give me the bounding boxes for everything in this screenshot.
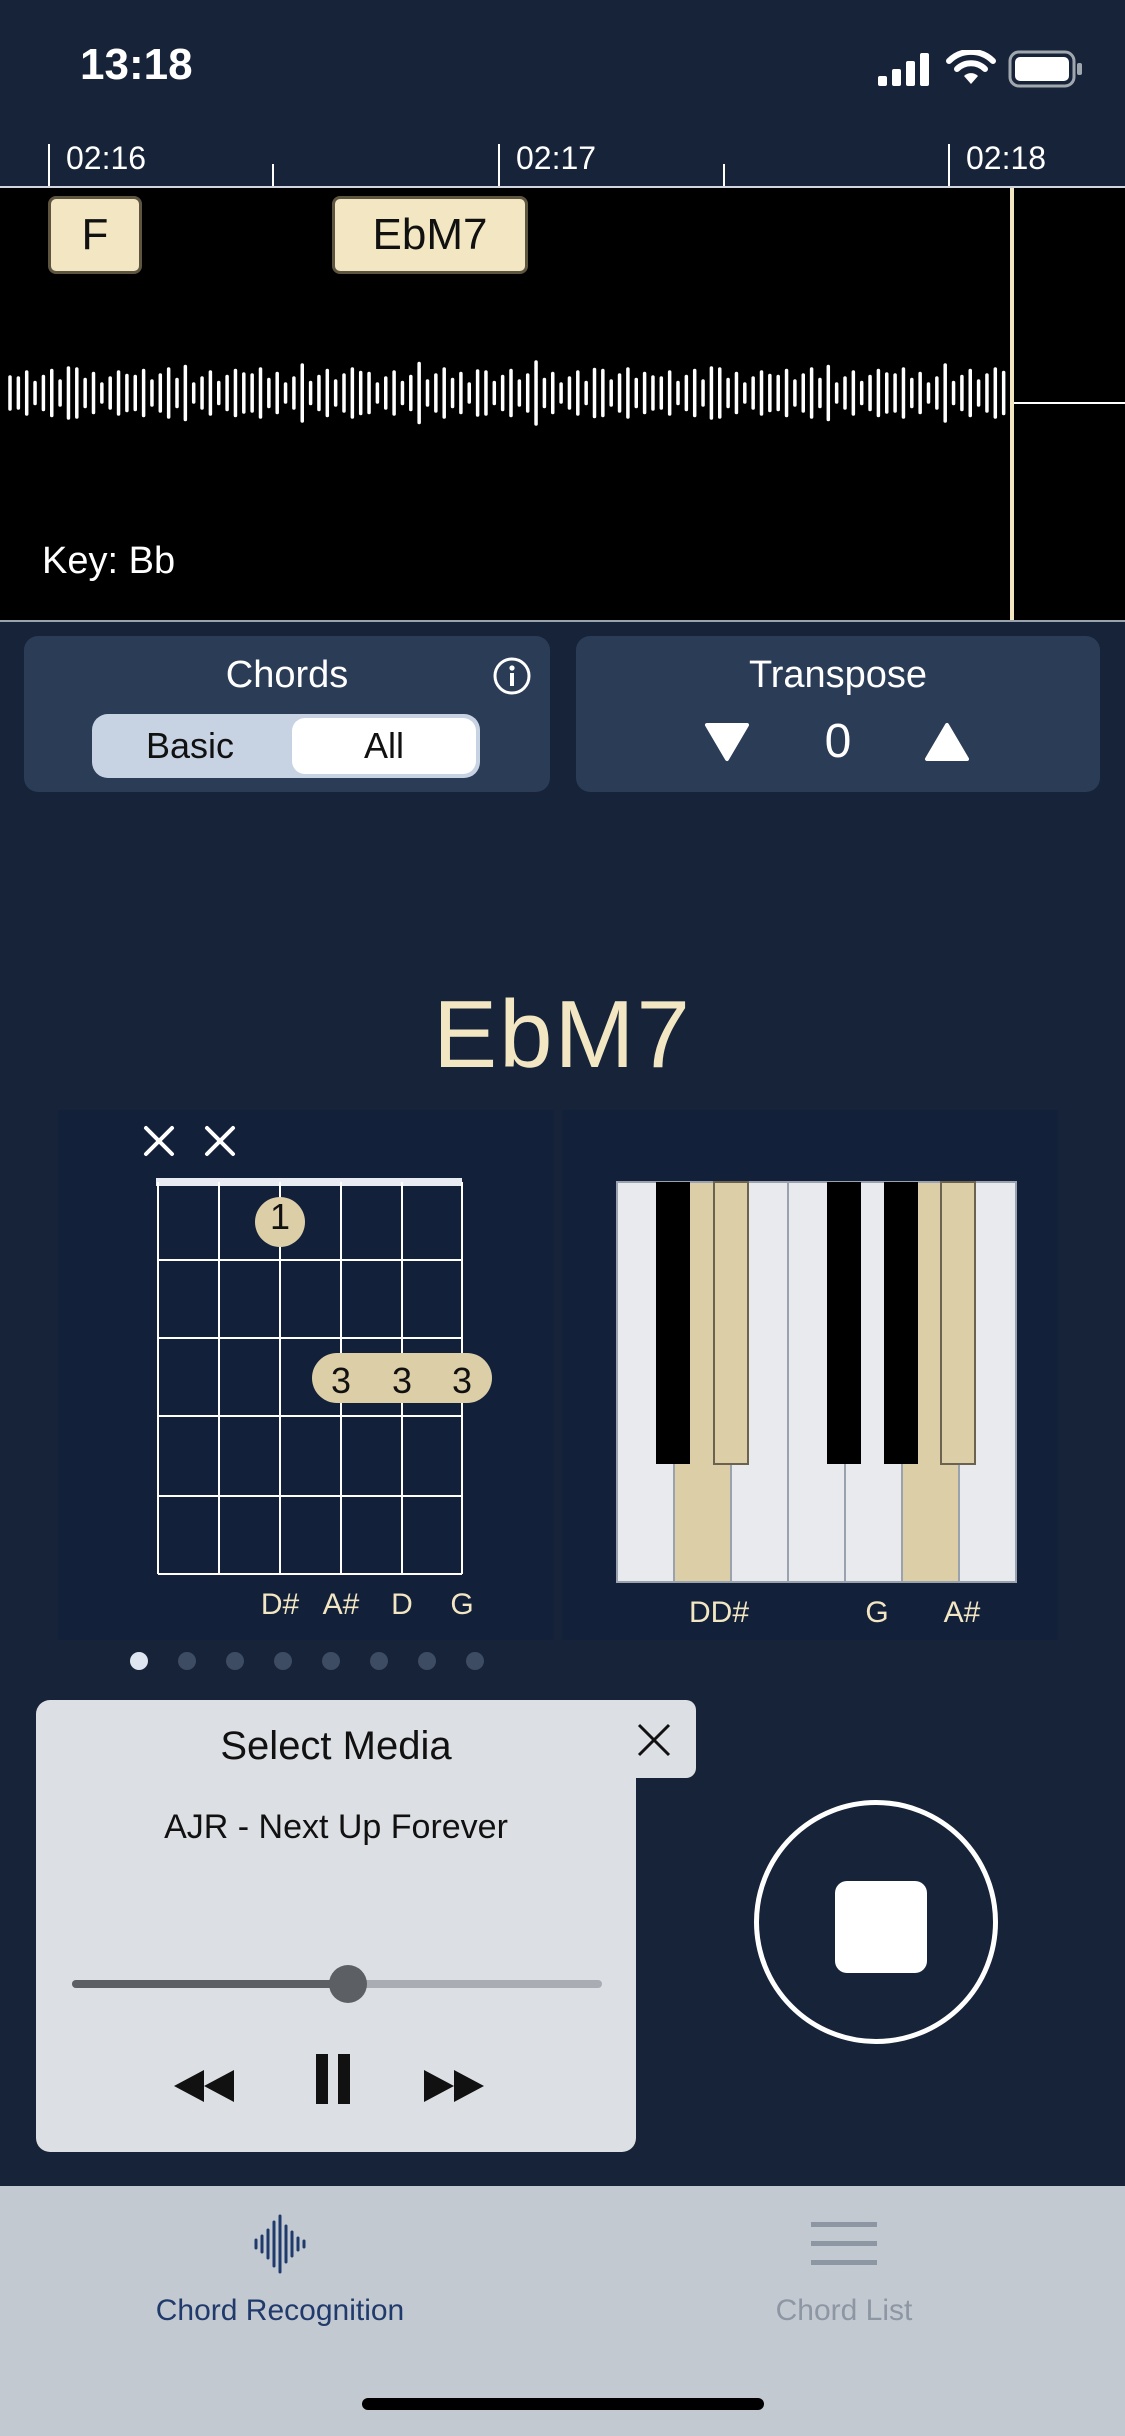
- battery-icon: [1008, 50, 1082, 88]
- timeline-tick: [948, 144, 950, 186]
- pause-icon[interactable]: [314, 2052, 354, 2108]
- timeline-tick: [272, 164, 274, 186]
- playback-slider[interactable]: [72, 1965, 602, 2003]
- page-dot[interactable]: [322, 1652, 340, 1670]
- slider-thumb[interactable]: [328, 1965, 367, 2003]
- waveform-icon: [254, 2214, 306, 2274]
- piano-note-label: G: [865, 1596, 889, 1629]
- waveform-baseline: [1010, 402, 1125, 404]
- page-dot[interactable]: [418, 1652, 436, 1670]
- finger-number: 3: [391, 1360, 413, 1401]
- page-dot[interactable]: [466, 1652, 484, 1670]
- timeline-tick: [723, 164, 725, 186]
- current-chord-name: EbM7: [433, 981, 692, 1088]
- finger-number: 1: [269, 1196, 291, 1237]
- transpose-up-icon[interactable]: [924, 722, 970, 762]
- page-dot[interactable]: [274, 1652, 292, 1670]
- string-note: G: [450, 1588, 474, 1621]
- timeline-label: 02:18: [966, 140, 1047, 176]
- tab-chord-recognition[interactable]: Chord Recognition: [80, 2206, 480, 2346]
- piano-chord-diagram[interactable]: DD# G A#: [562, 1110, 1058, 1640]
- chord-chip-active[interactable]: EbM7: [332, 196, 528, 274]
- segment-all[interactable]: All: [292, 718, 476, 774]
- page-indicator[interactable]: [130, 1652, 490, 1672]
- string-note: D#: [260, 1588, 300, 1621]
- piano-keyboard: [616, 1181, 1017, 1583]
- signal-icon: [878, 53, 929, 86]
- status-time: 13:18: [80, 40, 193, 89]
- chord-mode-segmented-control: Basic All: [92, 714, 480, 778]
- segment-basic[interactable]: Basic: [96, 718, 284, 774]
- tab-label-chord-recognition: Chord Recognition: [155, 2294, 405, 2327]
- fast-forward-icon[interactable]: [420, 2066, 490, 2106]
- string-note: A#: [322, 1588, 360, 1621]
- close-icon: [637, 1723, 671, 1757]
- string-note: D: [391, 1588, 413, 1621]
- transpose-panel: Transpose 0: [576, 636, 1100, 792]
- playhead[interactable]: [1010, 188, 1014, 620]
- stop-icon: [835, 1881, 927, 1973]
- playback-progress: [72, 1980, 348, 1988]
- rewind-icon[interactable]: [170, 2066, 240, 2106]
- timeline-tick: [48, 144, 50, 186]
- piano-note-label: A#: [943, 1596, 981, 1629]
- media-card-title: Select Media: [220, 1724, 452, 1768]
- status-bar: 13:18: [0, 0, 1125, 130]
- transpose-value: 0: [824, 715, 852, 768]
- page-dot[interactable]: [130, 1652, 148, 1670]
- home-indicator: [362, 2398, 764, 2410]
- piano-note-label: DD#: [688, 1596, 749, 1629]
- timeline-ruler[interactable]: 02:16 02:17 02:18: [0, 130, 1125, 186]
- tab-bar: Chord Recognition Chord List: [0, 2186, 1125, 2436]
- chords-panel-title: Chords: [225, 654, 349, 696]
- audio-waveform: [8, 360, 1006, 426]
- timeline-label: 02:17: [516, 140, 597, 176]
- finger-number: 3: [451, 1360, 473, 1401]
- info-icon[interactable]: [492, 656, 532, 696]
- transpose-down-icon[interactable]: [704, 722, 750, 762]
- transpose-panel-title: Transpose: [748, 654, 928, 696]
- timeline-label: 02:16: [66, 140, 147, 176]
- muted-string-icon: [144, 1126, 235, 1156]
- page-dot[interactable]: [370, 1652, 388, 1670]
- guitar-chord-diagram[interactable]: 1 3 3 3 D# A# D G: [58, 1110, 554, 1640]
- media-close-button[interactable]: [610, 1700, 696, 1778]
- media-player-card: Select Media AJR - Next Up Forever: [36, 1700, 636, 2152]
- key-label: Key: Bb: [42, 540, 176, 582]
- stop-recording-button[interactable]: [754, 1800, 998, 2044]
- wifi-icon: [946, 50, 996, 84]
- timeline-tick: [498, 144, 500, 186]
- page-dot[interactable]: [178, 1652, 196, 1670]
- waveform-view[interactable]: F EbM7 Key: Bb: [0, 186, 1125, 622]
- track-name: AJR - Next Up Forever: [164, 1808, 508, 1846]
- chord-chip[interactable]: F: [48, 196, 142, 274]
- page-dot[interactable]: [226, 1652, 244, 1670]
- tab-label-chord-list: Chord List: [775, 2294, 913, 2327]
- tab-chord-list[interactable]: Chord List: [644, 2206, 1044, 2346]
- list-icon: [811, 2222, 877, 2265]
- finger-number: 3: [330, 1360, 352, 1401]
